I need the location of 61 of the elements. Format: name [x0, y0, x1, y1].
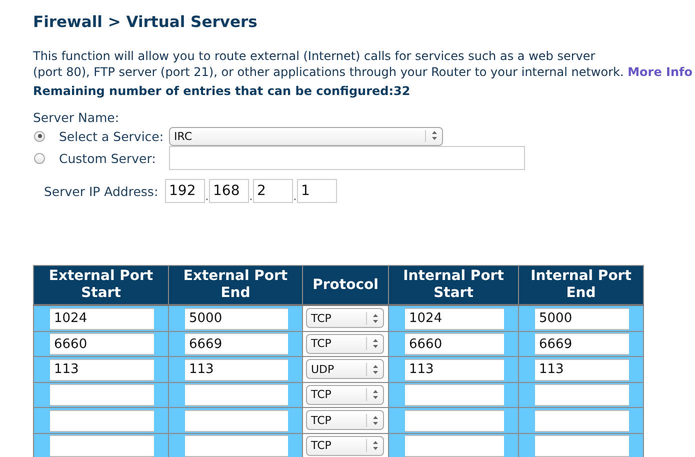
option-label: Select a Service:	[59, 128, 165, 144]
port-field[interactable]: 6669	[535, 333, 629, 355]
ip-octet-field[interactable]: 192	[165, 179, 205, 203]
port-field[interactable]: 6660	[50, 333, 154, 355]
protocol-dropdown[interactable]: TCP	[306, 384, 384, 405]
column-header: Protocol	[302, 266, 388, 305]
port-field[interactable]	[50, 435, 154, 457]
port-field[interactable]	[535, 435, 629, 457]
dot-separator: .	[205, 192, 209, 203]
protocol-dropdown[interactable]: TCP	[306, 308, 384, 328]
port-field[interactable]: 113	[50, 358, 154, 380]
port-field[interactable]	[185, 410, 288, 432]
protocol-dropdown[interactable]: UDP	[306, 359, 384, 380]
column-header: External Port End	[168, 266, 302, 305]
ip-octet-field[interactable]: 168	[209, 179, 249, 203]
dot-separator: .	[293, 192, 297, 203]
stepper-icon	[366, 337, 379, 350]
protocol-dropdown[interactable]: TCP	[306, 334, 384, 354]
port-field[interactable]: 113	[405, 358, 504, 380]
port-field[interactable]	[50, 384, 154, 406]
port-field[interactable]: 5000	[535, 308, 629, 330]
port-field[interactable]	[185, 435, 288, 457]
port-field[interactable]: 6669	[185, 333, 288, 355]
radio-button[interactable]	[34, 130, 45, 142]
page-title: Firewall > Virtual Servers	[32, 12, 258, 33]
column-header: Internal Port End	[518, 266, 644, 305]
service-dropdown[interactable]: IRC	[169, 126, 443, 146]
port-field[interactable]: 6660	[405, 333, 504, 355]
custom-server-field[interactable]	[169, 146, 525, 170]
port-field[interactable]	[535, 410, 629, 432]
ip-address-label: Server IP Address:	[44, 184, 160, 198]
column-header: External Port Start	[34, 266, 168, 305]
port-field[interactable]: 5000	[185, 308, 288, 330]
radio-button[interactable]	[34, 152, 45, 164]
stepper-icon	[366, 414, 379, 427]
port-field[interactable]: 1024	[405, 308, 504, 330]
stepper-icon	[366, 312, 379, 325]
ip-octet-field[interactable]: 1	[297, 179, 337, 203]
port-field[interactable]	[405, 410, 504, 432]
option-label: Custom Server:	[59, 150, 157, 166]
port-field[interactable]: 113	[185, 358, 288, 380]
port-field[interactable]	[405, 384, 504, 406]
port-field[interactable]	[405, 435, 504, 457]
stepper-icon	[366, 362, 379, 376]
dot-separator: .	[249, 192, 253, 203]
port-field[interactable]: 1024	[50, 308, 154, 330]
description: This function will allow you to route external (Internet) calls for services such as a web server (port 80), FTP server (port 21), or other applications through your Router to your internal network. More Info	[33, 48, 694, 80]
remaining-entries-text: Remaining number of entries that can be configured:32	[33, 84, 410, 99]
protocol-dropdown[interactable]: TCP	[306, 436, 384, 456]
port-field[interactable]	[50, 410, 154, 432]
port-field[interactable]	[185, 384, 288, 406]
ip-octet-field[interactable]: 2	[253, 179, 293, 203]
stepper-icon	[425, 130, 438, 142]
protocol-dropdown[interactable]: TCP	[306, 410, 384, 430]
server-name-label: Server Name:	[33, 110, 120, 125]
port-field[interactable]	[535, 384, 629, 406]
more-info-link[interactable]: More Info	[628, 65, 692, 79]
column-header: Internal Port Start	[388, 266, 518, 305]
stepper-icon	[366, 388, 379, 402]
port-field[interactable]: 113	[535, 358, 629, 380]
stepper-icon	[366, 439, 379, 452]
